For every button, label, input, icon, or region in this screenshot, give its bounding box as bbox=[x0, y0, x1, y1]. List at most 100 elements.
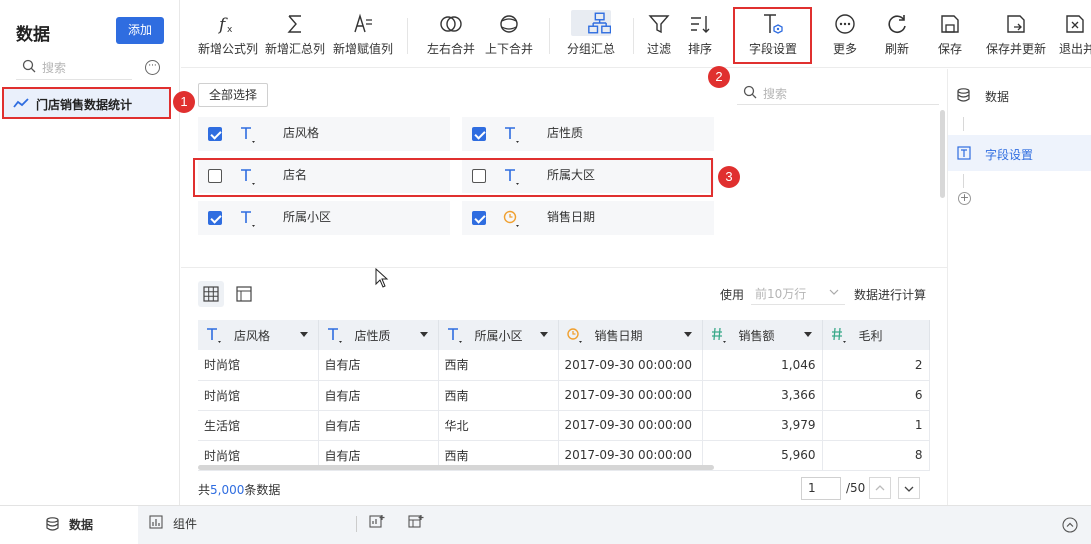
toolbar-divider bbox=[549, 18, 550, 54]
table-row: 时尚馆 自有店 西南 2017-09-30 00:00:00 3,366 6 bbox=[198, 380, 930, 411]
step-connector bbox=[963, 117, 964, 131]
exit-button[interactable]: 退出并 bbox=[1059, 8, 1091, 62]
step-panel: 数据 字段设置 + bbox=[947, 69, 1091, 505]
column-menu-icon[interactable] bbox=[803, 332, 812, 337]
layout-view-button[interactable] bbox=[231, 281, 257, 307]
table-cell: 2017-09-30 00:00:00 bbox=[558, 350, 703, 381]
table-cell: 时尚馆 bbox=[198, 350, 319, 381]
tab-data[interactable]: 数据 bbox=[0, 506, 138, 544]
row-limit-select[interactable]: 前10万行 bbox=[751, 281, 845, 305]
chevron-down-icon bbox=[829, 289, 839, 295]
next-page-button[interactable] bbox=[898, 477, 920, 499]
save-and-update-button[interactable]: 保存并更新 bbox=[983, 8, 1049, 62]
search-icon bbox=[743, 85, 757, 99]
chevron-up-icon bbox=[875, 485, 885, 491]
table-cell: 自有店 bbox=[318, 350, 439, 381]
more-button[interactable]: 更多 bbox=[829, 8, 861, 62]
step-field-settings[interactable]: 字段设置 bbox=[948, 135, 1091, 171]
table-cell: 生活馆 bbox=[198, 410, 319, 441]
table-cell: 自有店 bbox=[318, 410, 439, 441]
table-horizontal-scrollbar[interactable] bbox=[198, 465, 714, 470]
field-settings-icon bbox=[957, 146, 971, 160]
sort-icon bbox=[691, 16, 710, 33]
add-summary-column-button[interactable]: 新增汇总列 bbox=[263, 8, 327, 62]
collapse-up-icon[interactable] bbox=[1062, 517, 1078, 533]
save-button[interactable]: 保存 bbox=[934, 8, 966, 62]
number-type-icon bbox=[831, 327, 846, 343]
date-type-icon[interactable] bbox=[502, 208, 524, 230]
text-type-icon[interactable] bbox=[238, 208, 260, 230]
step-connector bbox=[963, 174, 964, 188]
layout-view-icon bbox=[236, 286, 252, 302]
toolbar-divider bbox=[633, 18, 634, 54]
data-item-store-sales[interactable]: 门店销售数据统计 bbox=[2, 87, 171, 119]
more-options-icon[interactable]: ··· bbox=[145, 60, 160, 75]
save-update-icon bbox=[1007, 15, 1025, 33]
field-checkbox[interactable] bbox=[472, 127, 486, 141]
field-item[interactable]: 店性质 bbox=[462, 117, 714, 151]
add-table-icon[interactable] bbox=[408, 514, 424, 530]
column-menu-icon[interactable] bbox=[419, 332, 428, 337]
data-list-panel: 数据 添加 搜索 ··· 门店销售数据统计 bbox=[0, 0, 180, 505]
total-count-text: 共5,000条数据 bbox=[198, 483, 281, 497]
table-row: 时尚馆 自有店 西南 2017-09-30 00:00:00 1,046 2 bbox=[198, 350, 930, 381]
database-icon bbox=[957, 88, 970, 102]
field-item[interactable]: 店风格 bbox=[198, 117, 450, 151]
line-chart-icon bbox=[13, 98, 29, 108]
page-total: /50 bbox=[846, 481, 866, 495]
table-cell: 2017-09-30 00:00:00 bbox=[558, 410, 703, 441]
add-formula-column-button[interactable]: fx 新增公式列 bbox=[196, 8, 260, 62]
text-type-icon[interactable] bbox=[502, 124, 524, 146]
select-all-button[interactable]: 全部选择 bbox=[198, 83, 268, 107]
column-menu-icon[interactable] bbox=[539, 332, 548, 337]
column-header[interactable]: 店风格 bbox=[198, 320, 319, 350]
merge-vertical-button[interactable]: 上下合并 bbox=[481, 8, 537, 62]
field-checkbox[interactable] bbox=[208, 127, 222, 141]
add-assign-column-button[interactable]: 新增赋值列 bbox=[331, 8, 395, 62]
sigma-icon bbox=[287, 15, 301, 33]
search-input[interactable]: 搜索 bbox=[16, 56, 132, 80]
add-step-icon[interactable]: + bbox=[958, 192, 971, 205]
sort-button[interactable]: 排序 bbox=[684, 8, 716, 62]
merge-vertical-icon bbox=[500, 15, 518, 33]
refresh-button[interactable]: 刷新 bbox=[881, 8, 913, 62]
field-search-input[interactable]: 搜索 bbox=[737, 81, 939, 105]
panel-title: 数据 bbox=[16, 25, 50, 45]
chevron-down-icon bbox=[904, 486, 914, 492]
row-limit-value: 前10万行 bbox=[755, 287, 807, 301]
field-checkbox[interactable] bbox=[472, 211, 486, 225]
step-data[interactable]: 数据 bbox=[948, 77, 1091, 113]
field-item[interactable]: 销售日期 bbox=[462, 201, 714, 235]
column-header[interactable]: 店性质 bbox=[318, 320, 439, 350]
column-menu-icon[interactable] bbox=[683, 332, 692, 337]
search-icon bbox=[22, 59, 36, 73]
table-row: 生活馆 自有店 华北 2017-09-30 00:00:00 3,979 1 bbox=[198, 410, 930, 441]
add-button[interactable]: 添加 bbox=[116, 17, 164, 44]
page-number-input[interactable]: 1 bbox=[801, 477, 841, 500]
text-type-icon bbox=[327, 328, 342, 343]
field-name: 店风格 bbox=[283, 126, 320, 140]
database-icon bbox=[46, 517, 59, 531]
group-summary-button[interactable]: 分组汇总 bbox=[561, 8, 621, 62]
step-label: 数据 bbox=[985, 90, 1010, 104]
table-cell: 1 bbox=[822, 410, 930, 441]
group-summary-icon bbox=[571, 10, 611, 36]
field-checkbox[interactable] bbox=[208, 211, 222, 225]
grid-view-button[interactable] bbox=[198, 281, 224, 307]
previous-page-button[interactable] bbox=[869, 477, 891, 499]
field-item[interactable]: 所属小区 bbox=[198, 201, 450, 235]
column-header[interactable]: 所属小区 bbox=[438, 320, 559, 350]
filter-button[interactable]: 过滤 bbox=[643, 8, 675, 62]
column-header[interactable]: 毛利 bbox=[822, 320, 930, 350]
table-cell: 时尚馆 bbox=[198, 380, 319, 411]
column-header[interactable]: 销售额 bbox=[702, 320, 823, 350]
text-type-icon[interactable] bbox=[238, 124, 260, 146]
add-chart-icon[interactable] bbox=[369, 514, 385, 530]
exit-icon bbox=[1066, 15, 1084, 33]
column-header[interactable]: 销售日期 bbox=[558, 320, 703, 350]
table-cell: 自有店 bbox=[318, 380, 439, 411]
bottom-tab-bar: 数据 组件 bbox=[0, 505, 1091, 544]
fields-scrollbar[interactable] bbox=[940, 110, 945, 198]
column-menu-icon[interactable] bbox=[299, 332, 308, 337]
merge-horizontal-button[interactable]: 左右合并 bbox=[423, 8, 479, 62]
